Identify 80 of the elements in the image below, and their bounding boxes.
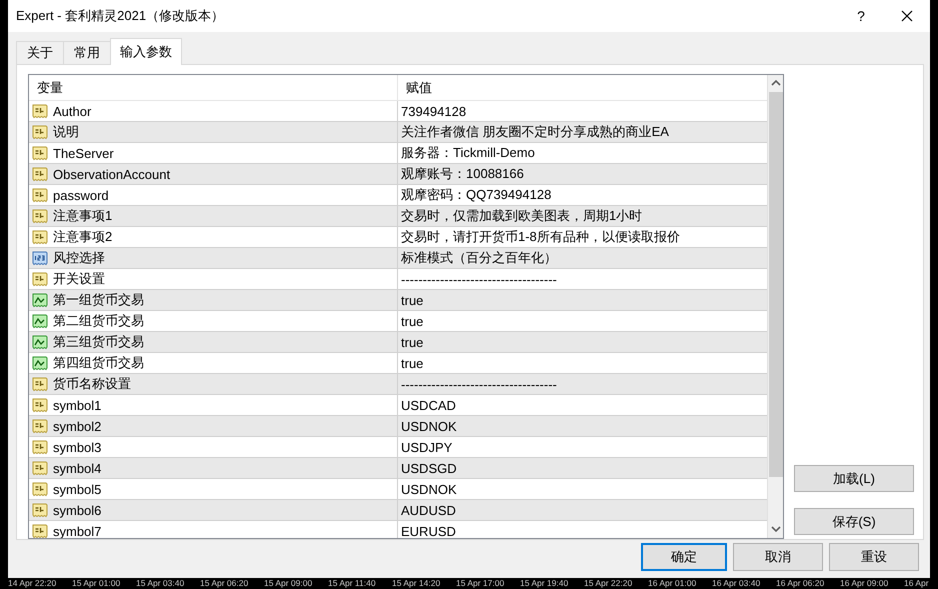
text-type-icon [32,145,48,161]
parameter-name-text: symbol2 [53,418,102,434]
parameter-name-text: 第一组货币交易 [53,291,144,309]
side-button[interactable]: 保存(S) [794,508,914,535]
text-type-icon [32,397,48,413]
text-type-icon [32,229,48,245]
parameter-value[interactable]: AUDUSD [397,500,767,521]
time-axis-label: 15 Apr 11:40 [328,578,377,589]
text-type-icon [32,187,48,203]
time-axis-label: 15 Apr 06:20 [200,578,250,589]
time-axis-label: 15 Apr 03:40 [136,578,186,589]
text-type-icon [32,418,48,434]
parameter-name-text: 说明 [53,123,79,141]
parameter-name-text: Author [53,104,92,118]
time-axis-label: 16 Apr 03:40 [712,578,762,589]
chart-type-icon [32,313,48,329]
text-type-icon [32,460,48,476]
parameter-value[interactable]: USDSGD [397,458,767,479]
parameter-name-text: TheServer [53,146,114,160]
parameter-value[interactable]: 交易时，仅需加载到欧美图表，周期1小时 [397,206,767,227]
tab[interactable]: 输入参数 [110,38,182,65]
time-axis-label: 16 Apr 01:00 [648,578,698,589]
scrollbar-thumb[interactable] [768,92,782,477]
parameter-name-text: symbol3 [53,440,102,454]
number-type-icon [32,250,48,266]
column-header[interactable]: 赋值 [397,75,767,101]
dialog-button[interactable]: 取消 [733,543,823,571]
parameter-name-text: ObservationAccount [53,166,170,182]
parameter-name-text: symbol5 [53,482,102,496]
column-header[interactable]: 变量 [29,75,397,101]
dialog-button[interactable]: 确定 [641,543,727,571]
parameter-name-text: 第二组货币交易 [53,312,144,330]
parameter-value[interactable]: USDNOK [397,416,767,437]
chart-type-icon [32,334,48,350]
text-type-icon [32,208,48,224]
text-type-icon [32,103,48,119]
help-button[interactable]: ? [838,8,884,24]
time-axis-label: 15 Apr 19:40 [520,578,570,589]
parameter-value[interactable]: ------------------------------------ [397,374,767,395]
parameter-value[interactable]: true [397,332,767,353]
parameter-name-text: 货币名称设置 [53,375,131,393]
close-icon [901,10,913,22]
time-axis-label: 16 Apr 06:20 [776,578,826,589]
time-axis-label: 15 Apr 01:00 [72,578,122,589]
text-type-icon [32,376,48,392]
parameter-name-text: password [53,188,109,202]
parameter-name-text: 注意事项2 [53,228,112,246]
time-axis-label: 16 Apr [904,578,930,589]
text-type-icon [32,523,48,538]
parameter-name-text: 风控选择 [53,249,105,267]
text-type-icon [32,271,48,287]
parameter-name-text: symbol4 [53,460,102,476]
time-axis-label: 15 Apr 17:00 [456,578,506,589]
chart-type-icon [32,355,48,371]
text-type-icon [32,166,48,182]
parameter-value[interactable]: 观摩账号：10088166 [397,164,767,185]
parameter-name-text: 注意事项1 [53,207,112,225]
text-type-icon [32,502,48,518]
time-axis-label: 15 Apr 22:20 [584,578,634,589]
parameter-name-text: 第三组货币交易 [53,333,144,351]
time-axis-label: 14 Apr 22:20 [8,578,58,589]
parameter-name-text: symbol6 [53,502,102,518]
dialog-button[interactable]: 重设 [829,543,919,571]
text-type-icon [32,439,48,455]
parameter-name-text: 第四组货币交易 [53,354,144,372]
parameter-name-text: symbol7 [53,524,102,538]
text-type-icon [32,481,48,497]
time-axis-label: 15 Apr 09:00 [264,578,314,589]
parameter-name-text: 开关设置 [53,270,105,288]
chart-type-icon [32,292,48,308]
parameter-value[interactable]: true [397,290,767,311]
time-axis-label: 16 Apr 09:00 [840,578,890,589]
time-axis-label: 15 Apr 14:20 [392,578,442,589]
side-button[interactable]: 加载(L) [794,465,914,492]
parameter-value[interactable]: 标准模式（百分之百年化） [397,248,767,269]
window-title: Expert - 套利精灵2021（修改版本） [16,7,226,25]
parameter-value[interactable]: 关注作者微信 朋友圈不定时分享成熟的商业EA [397,122,767,143]
parameter-name-text: symbol1 [53,398,102,412]
tab[interactable]: 关于 [16,41,64,64]
text-type-icon [32,124,48,140]
